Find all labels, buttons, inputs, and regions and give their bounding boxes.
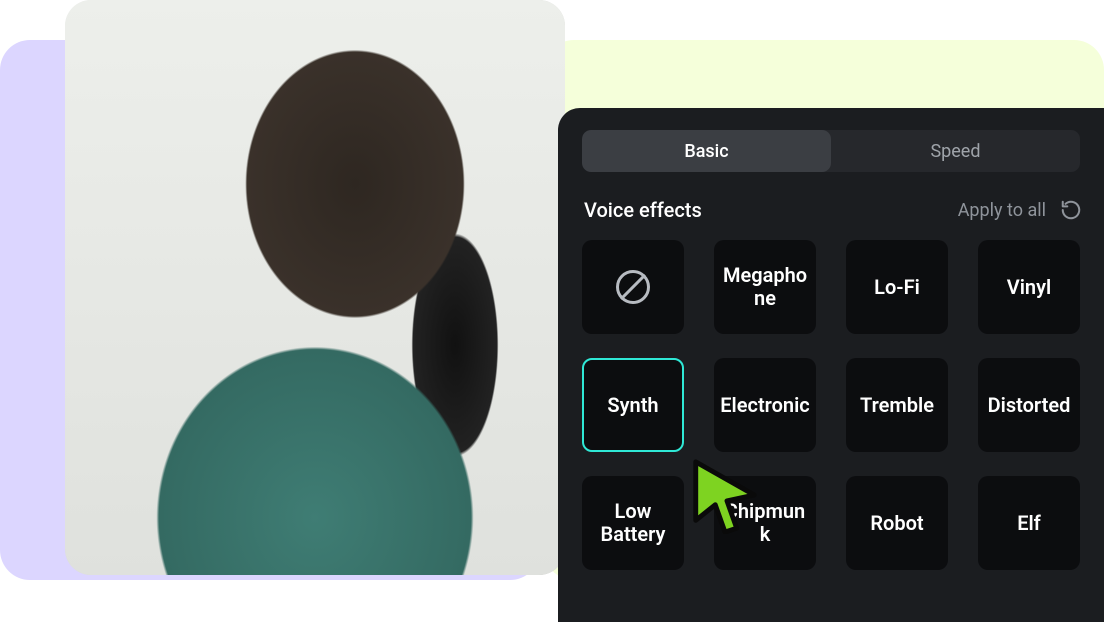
voice-effects-panel: Basic Speed Voice effects Apply to all M… [558, 108, 1104, 622]
section-header: Voice effects Apply to all [584, 198, 1082, 222]
effect-chipmunk[interactable]: Chipmunk [714, 476, 816, 570]
reset-icon[interactable] [1060, 199, 1082, 221]
effect-tremble[interactable]: Tremble [846, 358, 948, 452]
section-title: Voice effects [584, 198, 702, 222]
effect-elf[interactable]: Elf [978, 476, 1080, 570]
podcast-photo [65, 0, 565, 575]
effect-robot[interactable]: Robot [846, 476, 948, 570]
tab-basic[interactable]: Basic [582, 130, 831, 172]
effects-grid: Megaphone Lo-Fi Vinyl Synth Electronic T… [582, 240, 1080, 570]
apply-to-all-link[interactable]: Apply to all [958, 200, 1046, 221]
effect-none[interactable] [582, 240, 684, 334]
effect-distorted[interactable]: Distorted [978, 358, 1080, 452]
effect-electronic[interactable]: Electronic [714, 358, 816, 452]
none-icon [616, 270, 650, 304]
tab-bar: Basic Speed [582, 130, 1080, 172]
effect-megaphone[interactable]: Megaphone [714, 240, 816, 334]
effect-synth[interactable]: Synth [582, 358, 684, 452]
effect-lowbattery[interactable]: Low Battery [582, 476, 684, 570]
tab-speed[interactable]: Speed [831, 130, 1080, 172]
effect-vinyl[interactable]: Vinyl [978, 240, 1080, 334]
effect-lofi[interactable]: Lo-Fi [846, 240, 948, 334]
